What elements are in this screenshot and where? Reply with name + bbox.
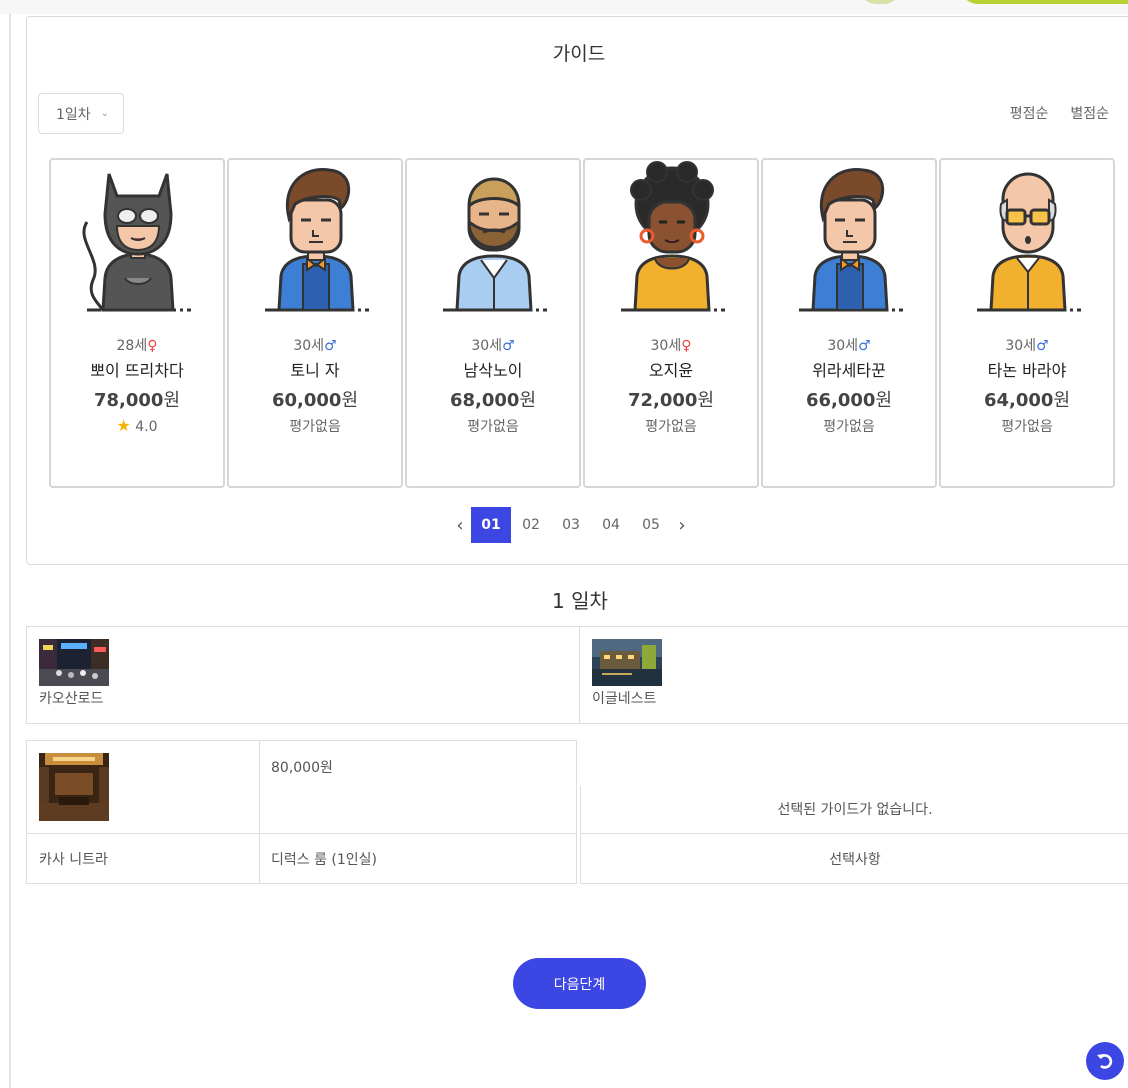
guide-name: 타논 바라야 [987, 361, 1067, 380]
guide-age: 30세♂ [293, 338, 337, 354]
page-04[interactable]: 04 [591, 507, 631, 543]
page-03[interactable]: 03 [551, 507, 591, 543]
guide-name: 남삭노이 [463, 361, 523, 380]
guide-card[interactable]: 30세♂ 위라세타꾼 66,000원 평가없음 [761, 158, 937, 488]
left-border [9, 0, 11, 1088]
guide-age: 30세♀ [650, 338, 692, 354]
guide-card[interactable]: 28세♀ 뽀이 뜨리차다 78,000원 ★ 4.0 [49, 158, 225, 488]
table-divider [580, 883, 1128, 884]
spot-name: 카오산로드 [39, 691, 104, 707]
guide-name: 토니 자 [290, 361, 340, 380]
spot-list: 카오산로드 이글네스트 [26, 626, 1128, 724]
table-divider [27, 833, 576, 834]
guide-price: 64,000원 [983, 390, 1071, 411]
riverside-hotel-photo-icon [592, 639, 662, 686]
guide-rating: 평가없음 [289, 419, 341, 435]
star-icon: ★ [116, 416, 131, 435]
bald-glasses-man-avatar-icon [977, 172, 1081, 312]
day-select[interactable]: 1일차 ⌄ [38, 93, 124, 134]
options-label[interactable]: 선택사항 [580, 849, 1128, 869]
refresh-icon-glyph [1097, 1054, 1113, 1069]
quiff-man-avatar-icon [265, 168, 369, 312]
guide-age: 30세♂ [827, 338, 871, 354]
cat-mask-avatar-icon [82, 173, 191, 312]
guide-rating: 평가없음 [823, 419, 875, 435]
quiff-man-avatar-icon [799, 168, 903, 312]
guide-card[interactable]: 30세♂ 토니 자 60,000원 평가없음 [227, 158, 403, 488]
sort-by-rating[interactable]: 평점순 [1010, 103, 1049, 123]
guide-card[interactable]: 30세♂ 타논 바라야 64,000원 평가없음 [939, 158, 1115, 488]
hotel-lobby-photo-icon [39, 753, 109, 821]
spot-item[interactable]: 이글네스트 [580, 627, 1128, 723]
hotel-price: 80,000원 [271, 760, 333, 776]
guide-age: 30세♂ [1005, 338, 1049, 354]
guide-price: 66,000원 [805, 390, 893, 411]
guide-price: 68,000원 [449, 390, 537, 411]
room-type: 디럭스 룸 (1인실) [271, 852, 378, 868]
guide-card-list: 28세♀ 뽀이 뜨리차다 78,000원 ★ 4.0 30세♂ 토니 자 60,… [49, 158, 1115, 488]
sort-options: 평점순 별점순 [1010, 103, 1109, 123]
guide-card[interactable]: 30세♀ 오지윤 72,000원 평가없음 [583, 158, 759, 488]
page-05[interactable]: 05 [631, 507, 671, 543]
guide-price: 72,000원 [627, 390, 715, 411]
chevron-left-icon[interactable]: ‹ [449, 515, 471, 536]
guide-price: 78,000원 [93, 390, 181, 411]
guide-rating: 평가없음 [1001, 419, 1053, 435]
refresh-icon[interactable] [1086, 1042, 1124, 1080]
hotel-table[interactable]: 80,000원 카사 니트라 디럭스 룸 (1인실) [26, 740, 577, 884]
table-divider [580, 833, 1128, 834]
spot-name: 이글네스트 [592, 691, 657, 707]
table-divider [259, 741, 260, 883]
no-guide-message: 선택된 가이드가 없습니다. [777, 802, 933, 818]
top-strip [0, 0, 1128, 14]
guide-name: 오지윤 [648, 361, 694, 380]
bearded-man-avatar-icon [443, 177, 547, 312]
guide-rating: 평가없음 [467, 419, 519, 435]
guide-panel: 가이드 1일차 ⌄ 평점순 별점순 28세♀ 뽀이 뜨리차다 78,000원 ★… [26, 16, 1128, 565]
sort-by-stars[interactable]: 별점순 [1070, 103, 1109, 123]
chevron-down-icon: ⌄ [100, 108, 110, 119]
guide-age: 28세♀ [116, 338, 158, 354]
page-02[interactable]: 02 [511, 507, 551, 543]
guide-name: 위라세타꾼 [812, 361, 886, 380]
night-street-photo-icon [39, 639, 109, 686]
selected-guide-box: 선택된 가이드가 없습니다. 선택사항 [580, 740, 1128, 884]
curly-woman-avatar-icon [621, 161, 725, 312]
day-heading: 1 일차 [552, 589, 608, 613]
chevron-right-icon[interactable]: › [671, 515, 693, 536]
guide-rating: ★ 4.0 [116, 416, 158, 435]
day-select-value: 1일차 [56, 106, 91, 123]
pagination: ‹ 01 02 03 04 05 › [449, 507, 693, 543]
guide-rating: 평가없음 [645, 419, 697, 435]
guide-title: 가이드 [552, 43, 606, 65]
header-decoration [960, 0, 1128, 4]
spot-item[interactable]: 카오산로드 [27, 627, 580, 723]
guide-price: 60,000원 [271, 390, 359, 411]
guide-age: 30세♂ [471, 338, 515, 354]
guide-name: 뽀이 뜨리차다 [90, 361, 184, 380]
next-step-button[interactable]: 다음단계 [513, 958, 646, 1009]
page-01[interactable]: 01 [471, 507, 511, 543]
guide-card[interactable]: 30세♂ 남삭노이 68,000원 평가없음 [405, 158, 581, 488]
hotel-name: 카사 니트라 [39, 852, 108, 868]
